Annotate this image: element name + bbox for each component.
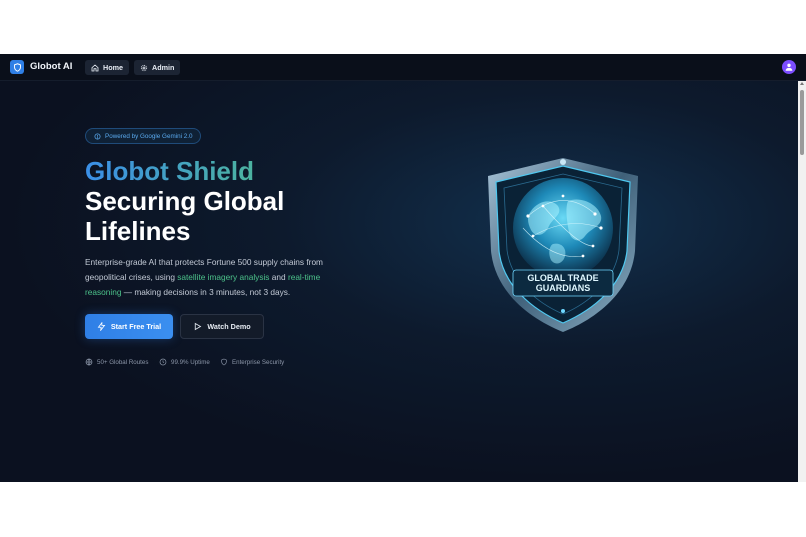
- play-icon: [195, 322, 202, 331]
- page-scrollbar[interactable]: [798, 81, 806, 482]
- gemini-badge-label: Powered by Google Gemini 2.0: [105, 132, 193, 140]
- start-free-trial-label: Start Free Trial: [110, 322, 162, 331]
- watch-demo-button[interactable]: Watch Demo: [180, 314, 264, 339]
- stat-global-routes: 50+ Global Routes: [85, 357, 148, 367]
- clock-icon: [159, 358, 167, 366]
- user-avatar[interactable]: [782, 60, 796, 74]
- stat-enterprise-security: Enterprise Security: [220, 357, 284, 367]
- globe-icon: [85, 358, 93, 366]
- top-navbar: Globot AI Home Admin: [0, 54, 806, 81]
- emblem-line2: GUARDIANS: [536, 283, 591, 293]
- gear-icon: [140, 64, 148, 71]
- stat-uptime-label: 99.9% Uptime: [171, 358, 210, 366]
- user-icon: [785, 63, 793, 71]
- desc-text-3: — making decisions in 3 minutes, not 3 d…: [121, 287, 291, 297]
- lightning-icon: [97, 322, 106, 331]
- desc-highlight-satellite: satellite imagery analysis: [177, 272, 270, 282]
- scroll-up-arrow-icon[interactable]: [800, 82, 804, 85]
- stat-uptime: 99.9% Uptime: [159, 357, 210, 367]
- nav-home-label: Home: [103, 63, 123, 72]
- home-icon: [91, 63, 99, 71]
- desc-text-2: and: [269, 272, 288, 282]
- brand-name[interactable]: Globot AI: [30, 61, 72, 72]
- shield-icon: [221, 358, 227, 366]
- hero-title-product: Globot Shield: [85, 156, 254, 186]
- nav-admin-label: Admin: [152, 63, 175, 72]
- nav-home-button[interactable]: Home: [85, 60, 129, 75]
- hero-description: Enterprise-grade AI that protects Fortun…: [85, 255, 345, 300]
- start-free-trial-button[interactable]: Start Free Trial: [85, 314, 173, 339]
- hero-title-tagline: Securing Global Lifelines: [85, 186, 285, 246]
- stat-enterprise-security-label: Enterprise Security: [232, 358, 285, 366]
- scrollbar-thumb[interactable]: [800, 90, 804, 155]
- emblem-line1: GLOBAL TRADE: [527, 273, 598, 283]
- gemini-badge: Powered by Google Gemini 2.0: [85, 128, 201, 144]
- watch-demo-label: Watch Demo: [207, 322, 251, 331]
- global-trade-guardians-emblem: GLOBAL TRADE GUARDIANS: [488, 158, 638, 332]
- logo-shield-icon[interactable]: [10, 60, 24, 74]
- stat-global-routes-label: 50+ Global Routes: [97, 358, 149, 366]
- nav-admin-button[interactable]: Admin: [134, 60, 181, 75]
- shield-small-icon: [94, 133, 101, 139]
